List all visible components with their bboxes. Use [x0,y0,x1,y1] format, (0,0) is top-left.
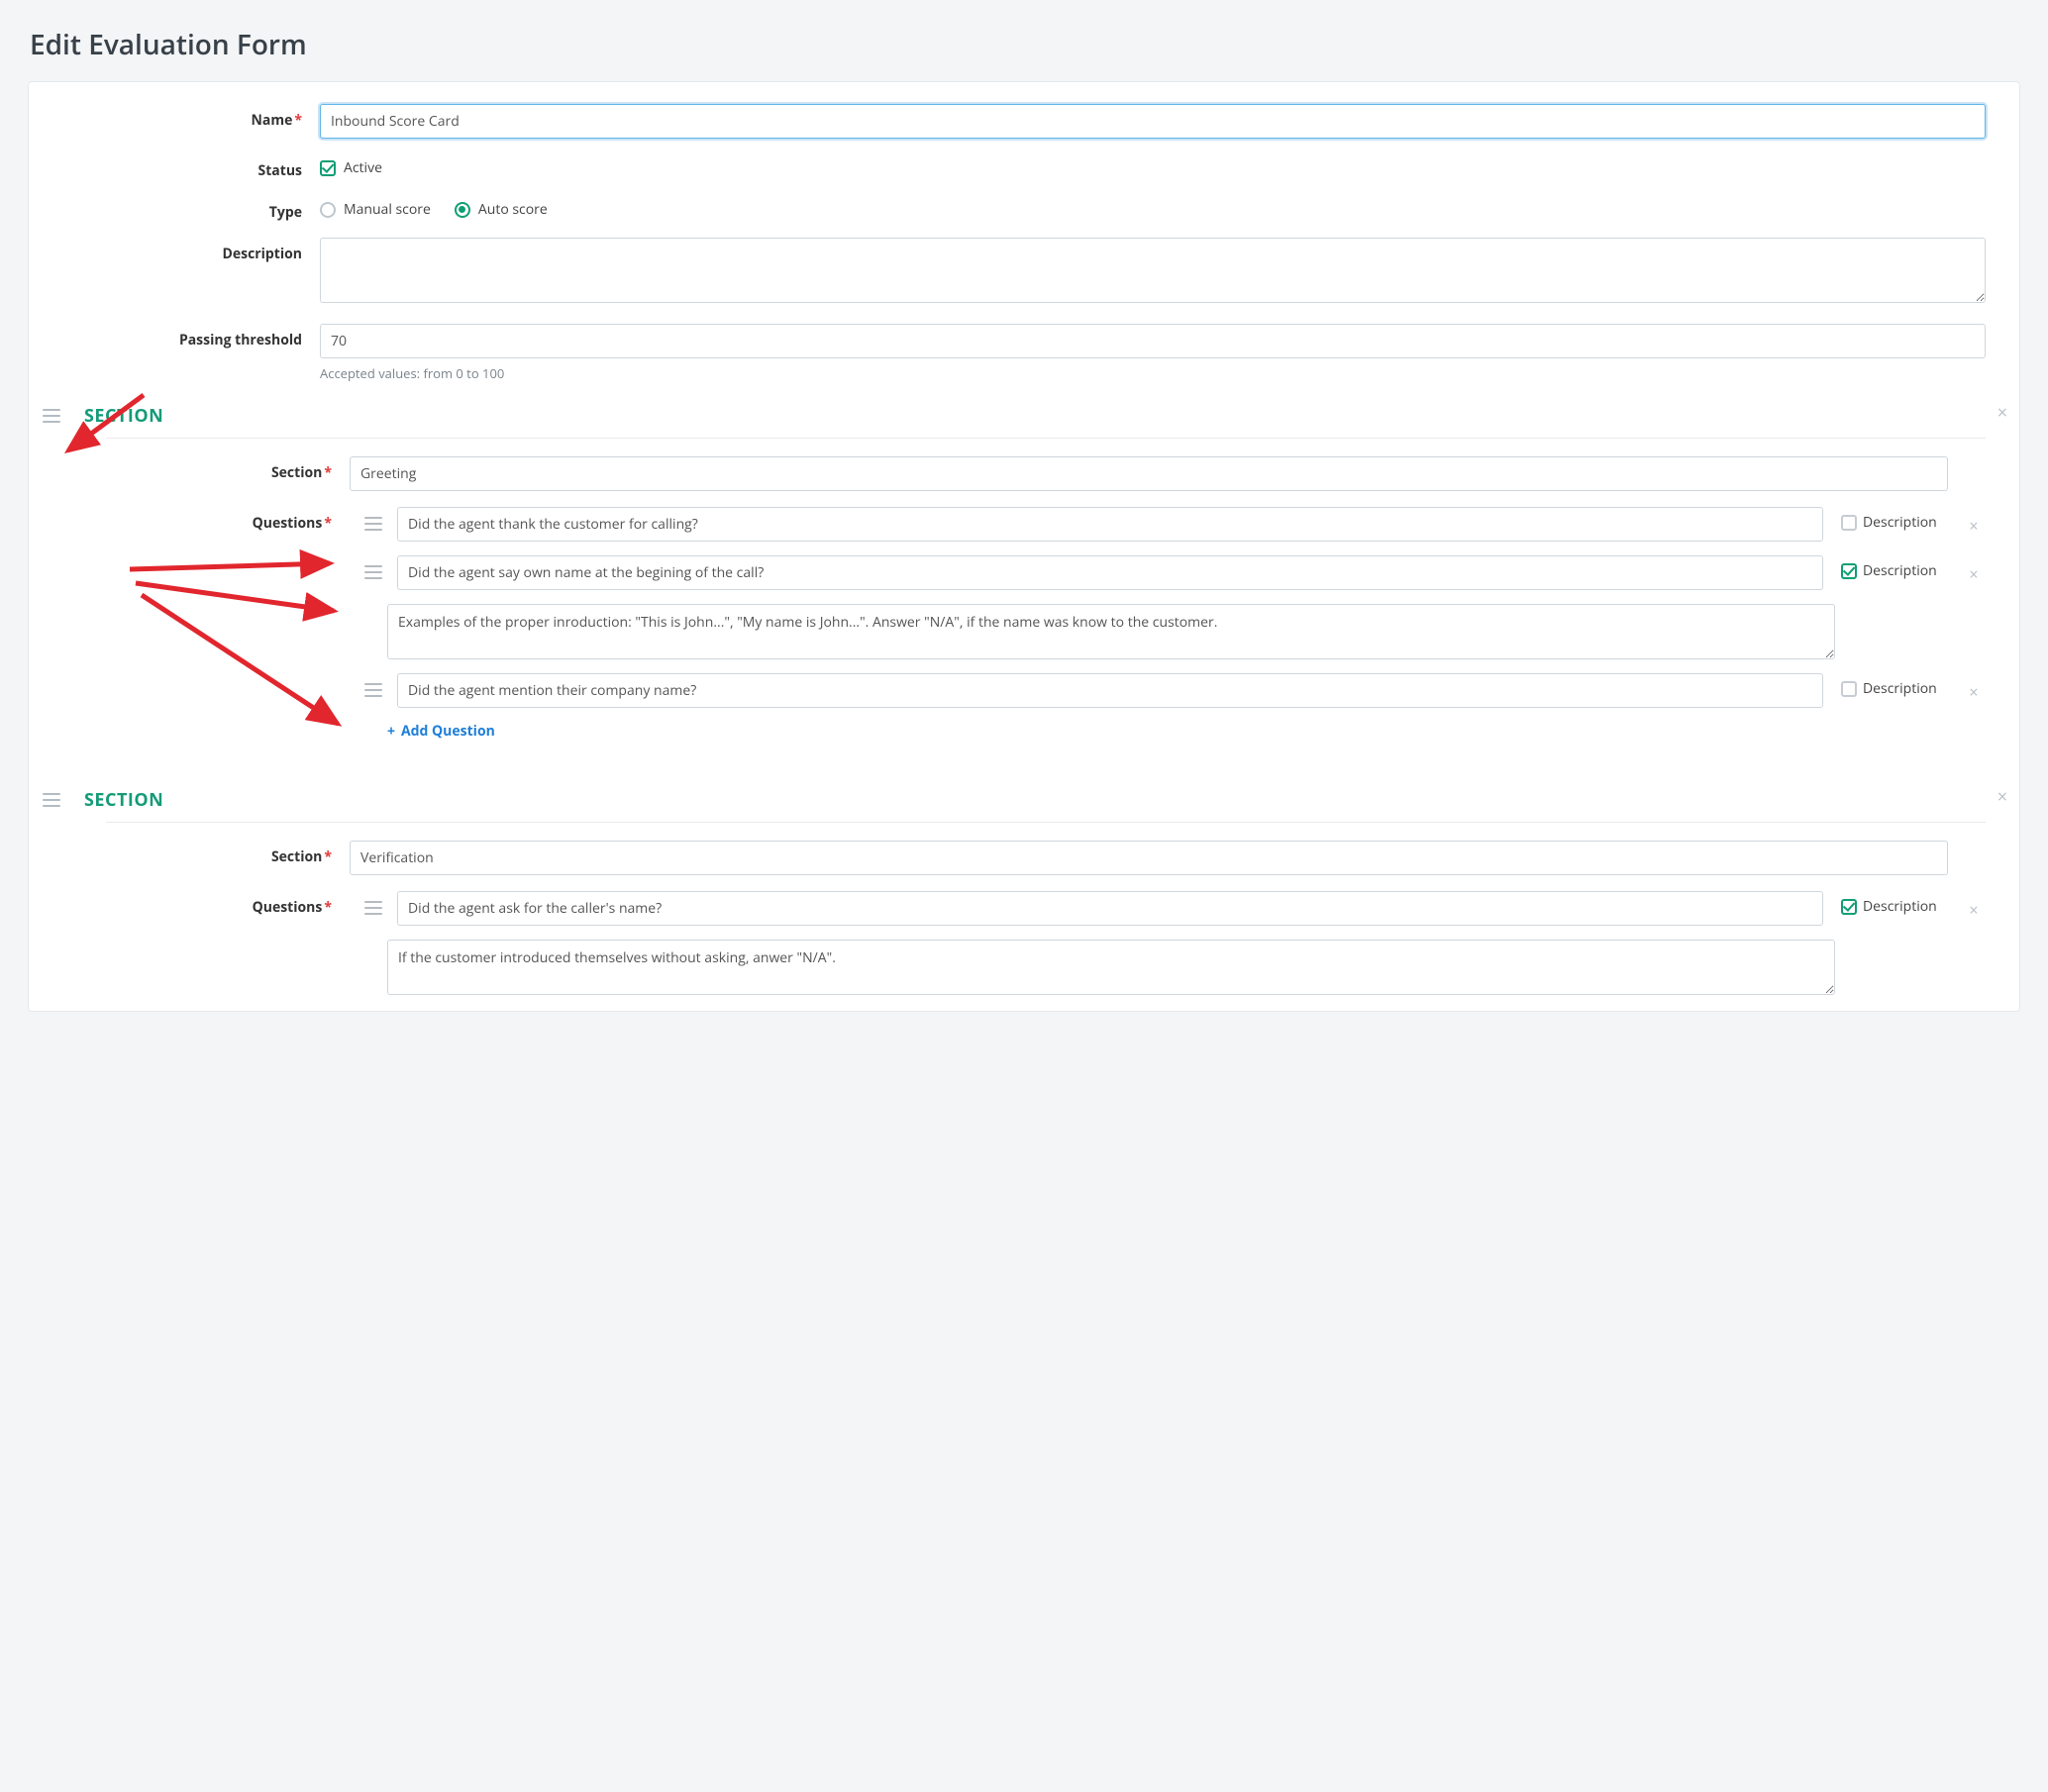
status-active-label: Active [344,158,382,177]
question-description-checkbox[interactable] [1841,515,1857,531]
status-active-checkbox[interactable] [320,160,336,176]
type-manual-radio[interactable] [320,202,336,218]
questions-label: Questions* [62,891,350,917]
section-name-input[interactable] [350,841,1948,875]
type-manual-label: Manual score [344,200,431,219]
passing-threshold-label: Passing threshold [62,324,320,349]
question-delete-icon[interactable]: × [1962,673,1986,703]
add-question-button[interactable]: + Add Question [387,722,495,741]
section-close-icon[interactable]: × [1997,404,2007,422]
question-description-checkbox[interactable] [1841,899,1857,915]
description-label: Description [62,238,320,263]
section-name-label: Section* [62,456,350,482]
question-description-checkbox[interactable] [1841,563,1857,579]
section-divider [106,822,1986,823]
question-drag-handle[interactable] [364,683,382,697]
question-delete-icon[interactable]: × [1962,507,1986,537]
questions-label: Questions* [62,507,350,533]
question-drag-handle[interactable] [364,565,382,579]
section-heading: SECTION [84,404,163,428]
question-description-label: Description [1863,679,1937,698]
type-label: Type [62,196,320,222]
question-description-label: Description [1863,513,1937,532]
section-close-icon[interactable]: × [1997,788,2007,806]
question-input[interactable] [397,555,1823,590]
question-delete-icon[interactable]: × [1962,891,1986,921]
question-drag-handle[interactable] [364,517,382,531]
section-heading: SECTION [84,788,163,812]
question-delete-icon[interactable]: × [1962,555,1986,585]
question-description-label: Description [1863,561,1937,580]
section-name-input[interactable] [350,456,1948,491]
description-textarea[interactable] [320,238,1986,303]
question-description-label: Description [1863,897,1937,916]
passing-threshold-helper: Accepted values: from 0 to 100 [320,364,1986,382]
form-card: Name* Status Active Type [28,81,2020,1012]
plus-icon: + [387,722,395,741]
question-description-textarea[interactable]: Examples of the proper inroduction: "Thi… [387,604,1835,659]
passing-threshold-input[interactable] [320,324,1986,358]
question-drag-handle[interactable] [364,901,382,915]
section-drag-handle[interactable] [43,793,60,807]
type-auto-radio[interactable] [455,202,470,218]
question-input[interactable] [397,507,1823,542]
question-description-checkbox[interactable] [1841,681,1857,697]
section-divider [106,438,1986,439]
question-input[interactable] [397,891,1823,926]
status-label: Status [62,154,320,180]
question-description-textarea[interactable]: If the customer introduced themselves wi… [387,940,1835,995]
name-input[interactable] [320,104,1986,139]
page-title: Edit Evaluation Form [30,26,2020,63]
question-input[interactable] [397,673,1823,708]
section-name-label: Section* [62,841,350,866]
type-auto-label: Auto score [478,200,548,219]
name-label: Name* [62,104,320,130]
section-drag-handle[interactable] [43,409,60,423]
